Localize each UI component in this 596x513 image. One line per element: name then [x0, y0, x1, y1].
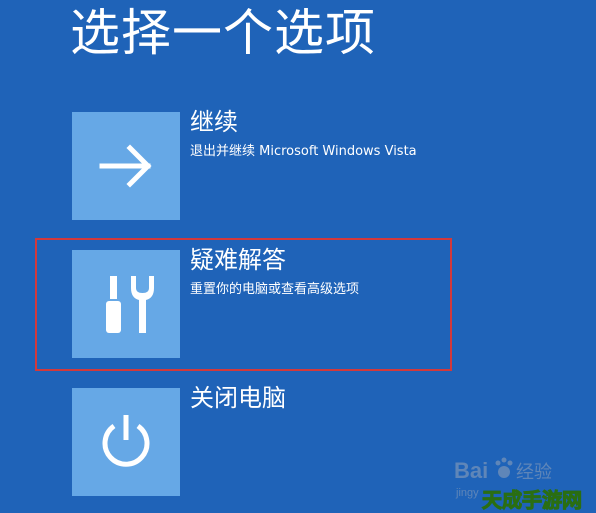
- continue-tile[interactable]: [72, 112, 180, 220]
- continue-title: 继续: [190, 108, 238, 136]
- shutdown-tile[interactable]: [72, 388, 180, 496]
- arrow-right-icon: [99, 144, 152, 188]
- watermark-experience-text: 经验: [516, 462, 552, 483]
- shutdown-title: 关闭电脑: [190, 384, 286, 412]
- shutdown-option[interactable]: 关闭电脑: [72, 384, 492, 496]
- troubleshoot-description: 重置你的电脑或查看高级选项: [190, 282, 360, 297]
- tools-icon: [106, 276, 154, 333]
- troubleshoot-title: 疑难解答: [190, 246, 286, 274]
- troubleshoot-option[interactable]: 疑难解答 重置你的电脑或查看高级选项: [72, 246, 492, 358]
- troubleshoot-tile[interactable]: [72, 250, 180, 358]
- page-title: 选择一个选项: [70, 4, 376, 62]
- watermark-game-site-text: 天成手游网: [482, 488, 582, 512]
- power-icon: [102, 415, 150, 467]
- continue-description: 退出并继续 Microsoft Windows Vista: [190, 144, 417, 159]
- continue-option[interactable]: 继续 退出并继续 Microsoft Windows Vista: [72, 108, 492, 220]
- paw-icon: [495, 457, 513, 478]
